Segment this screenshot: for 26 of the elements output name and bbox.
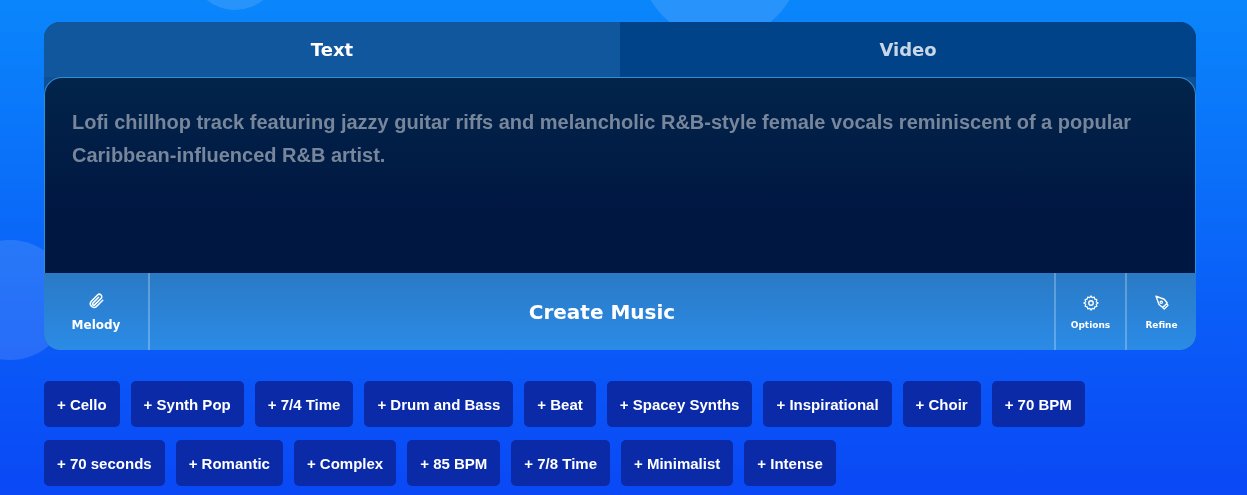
paperclip-icon [87,291,105,310]
style-tag[interactable]: + Beat [524,381,596,427]
style-tag[interactable]: + Drum and Bass [364,381,514,427]
style-tag[interactable]: + 70 seconds [44,440,165,486]
settings-icon [1081,293,1100,312]
style-tag[interactable]: + Minimalist [621,440,734,486]
style-tag[interactable]: + Choir [902,381,981,427]
style-tag[interactable]: + Intense [744,440,836,486]
style-tag[interactable]: + 7/8 Time [511,440,610,486]
style-tag[interactable]: + Cello [44,381,120,427]
pen-nib-icon [1152,293,1171,312]
options-button[interactable]: Options [1054,273,1125,350]
style-tag[interactable]: + 70 BPM [991,381,1085,427]
melody-button[interactable]: Melody [44,273,150,350]
prompt-field[interactable]: Lofi chillhop track featuring jazzy guitar riffs and melancholic R&B-style female vocals reminiscent of a popular Caribbean-influenced R&B artist. [44,77,1196,273]
tab[interactable]: Video [620,22,1196,77]
style-tag[interactable]: + Synth Pop [130,381,244,427]
style-tag[interactable]: + Spacey Synths [606,381,753,427]
style-tag[interactable]: + 85 BPM [407,440,501,486]
create-music-button[interactable]: Create Music [150,273,1054,350]
style-tag[interactable]: + Complex [293,440,397,486]
refine-button[interactable]: Refine [1125,273,1196,350]
tab[interactable]: Text [44,22,620,77]
style-tag[interactable]: + 7/4 Time [254,381,354,427]
style-tag[interactable]: + Inspirational [763,381,892,427]
style-tag[interactable]: + Romantic [175,440,283,486]
